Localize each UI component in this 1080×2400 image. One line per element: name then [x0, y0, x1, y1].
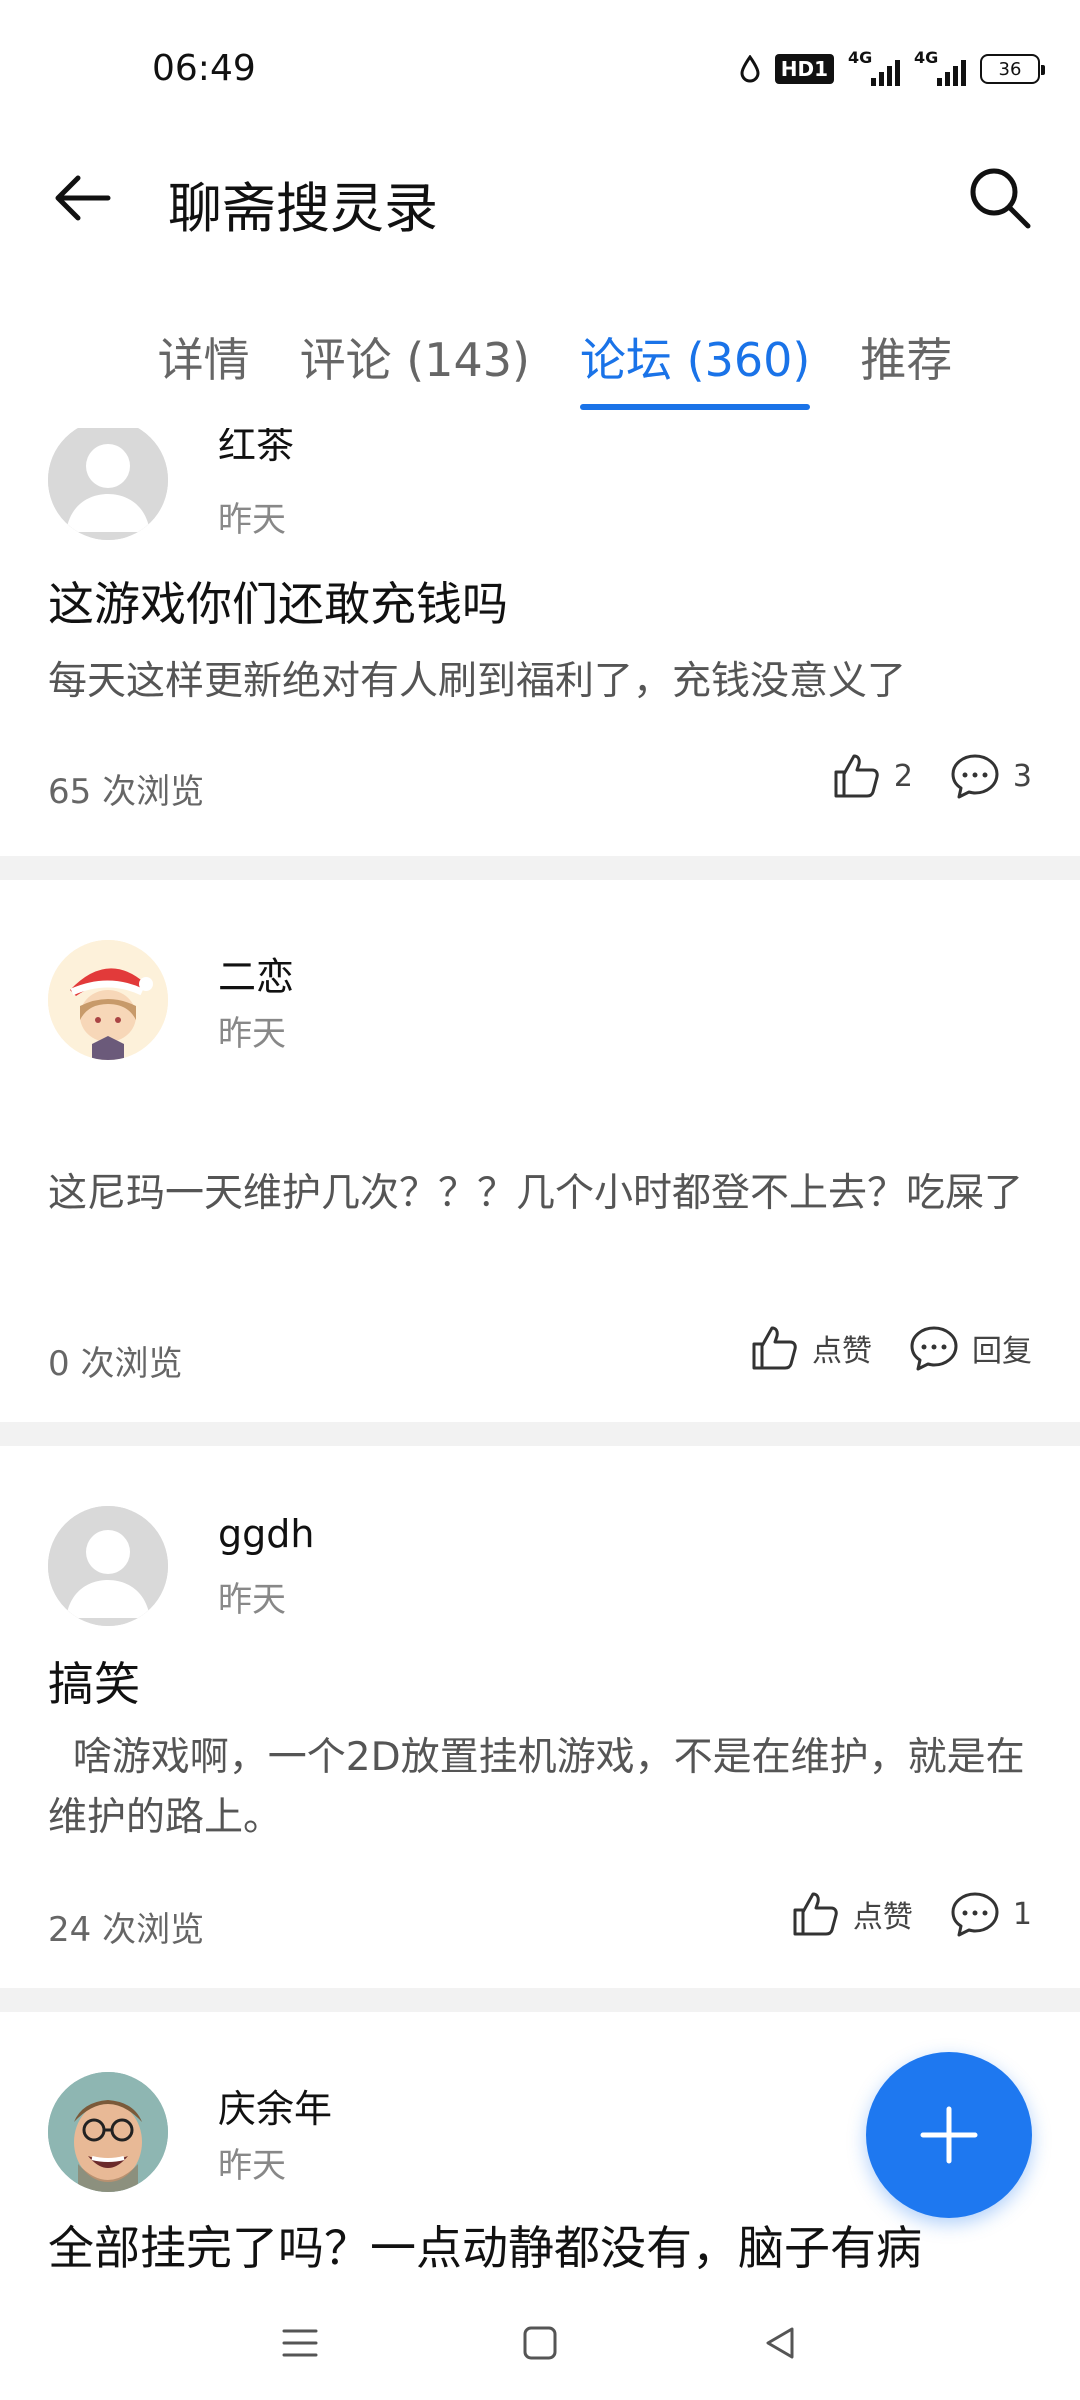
arrow-left-icon	[55, 175, 111, 221]
post-actions: 点赞 回复	[748, 1322, 1032, 1374]
like-button[interactable]: 点赞	[789, 1888, 913, 1940]
hd-icon: HD1	[774, 54, 834, 84]
thumbs-up-icon	[834, 754, 879, 798]
post-time: 昨天	[218, 1014, 286, 1054]
tab-comments[interactable]: 评论 (143)	[300, 320, 530, 410]
author-name: 庆余年	[218, 2087, 333, 2131]
post-actions: 点赞 1	[789, 1888, 1032, 1940]
reply-button[interactable]: 1	[949, 1888, 1032, 1940]
anime-avatar-icon	[48, 940, 168, 1060]
avatar[interactable]	[48, 1506, 168, 1626]
comment-icon	[910, 1326, 958, 1371]
list-item[interactable]: 红茶 昨天 这游戏你们还敢充钱吗 每天这样更新绝对有人刷到福利了，充钱没意义了 …	[0, 428, 1080, 856]
post-title: 全部挂完了吗？一点动静都没有，脑子有病	[48, 2221, 922, 2275]
status-bar: 06:49 HD1 4G 4G 36	[0, 0, 1080, 140]
like-button[interactable]: 点赞	[748, 1322, 872, 1374]
post-time: 昨天	[218, 2146, 286, 2186]
back-nav-button[interactable]	[750, 2313, 810, 2373]
thumbs-up-icon	[793, 1892, 838, 1936]
battery-icon: 36	[980, 54, 1045, 84]
author-name: 红茶	[218, 428, 295, 467]
menu-nav-button[interactable]	[270, 2313, 330, 2373]
divider	[0, 1988, 1080, 2012]
search-icon	[970, 168, 1031, 229]
post-body: 每天这样更新绝对有人刷到福利了，充钱没意义了	[48, 659, 907, 704]
comment-icon	[951, 1892, 999, 1937]
list-item[interactable]: 二恋 昨天 这尼玛一天维护几次？？？几个小时都登不上去？吃屎了 0 次浏览 点赞…	[0, 880, 1080, 1422]
post-body: 啥游戏啊，一个2D放置挂机游戏，不是在维护，就是在维护的路上。	[48, 1735, 1025, 1840]
system-nav-bar	[0, 2286, 1080, 2400]
post-body: 这尼玛一天维护几次？？？几个小时都登不上去？吃屎了	[48, 1171, 1024, 1216]
post-title: 这游戏你们还敢充钱吗	[48, 577, 508, 631]
thumbs-up-icon	[752, 1326, 797, 1370]
default-avatar-icon	[48, 428, 168, 540]
menu-icon	[282, 2329, 318, 2357]
app-bar: 聊斋搜灵录	[0, 140, 1080, 250]
post-time: 昨天	[218, 1580, 286, 1620]
reply-label: 回复	[972, 1334, 1032, 1369]
new-post-button[interactable]	[866, 2052, 1032, 2218]
author-name: ggdh	[218, 1512, 315, 1556]
divider	[0, 856, 1080, 880]
reply-button[interactable]: 3	[949, 750, 1032, 802]
signal-icon: 4G	[848, 48, 900, 86]
like-label: 点赞	[852, 1900, 913, 1935]
reply-count: 3	[1012, 758, 1032, 794]
comment-icon	[951, 754, 999, 799]
water-drop-icon	[739, 55, 761, 83]
author-name: 二恋	[218, 955, 295, 999]
tab-bar: 详情 评论 (143) 论坛 (360) 推荐	[0, 320, 1080, 420]
photo-avatar-icon	[48, 2072, 168, 2192]
list-item[interactable]: ggdh 昨天 搞笑 啥游戏啊，一个2D放置挂机游戏，不是在维护，就是在维护的路…	[0, 1446, 1080, 1988]
back-button[interactable]	[44, 160, 120, 236]
avatar[interactable]	[48, 940, 168, 1060]
view-count: 24 次浏览	[48, 1910, 205, 1950]
avatar[interactable]	[48, 2072, 168, 2192]
like-label: 点赞	[812, 1334, 872, 1369]
signal-icon-2: 4G	[914, 48, 966, 86]
view-count: 65 次浏览	[48, 772, 205, 812]
view-count: 0 次浏览	[48, 1344, 183, 1384]
network-type-label-2: 4G	[914, 48, 939, 67]
page-title: 聊斋搜灵录	[168, 177, 438, 240]
divider	[0, 1422, 1080, 1446]
like-count: 2	[893, 758, 913, 794]
post-time: 昨天	[218, 500, 286, 540]
tab-forum[interactable]: 论坛 (360)	[580, 320, 811, 410]
post-title: 搞笑	[48, 1657, 140, 1711]
reply-count: 1	[1012, 1896, 1032, 1932]
status-time: 06:49	[152, 48, 256, 89]
reply-button[interactable]: 回复	[908, 1322, 1032, 1374]
forum-feed[interactable]: 红茶 昨天 这游戏你们还敢充钱吗 每天这样更新绝对有人刷到福利了，充钱没意义了 …	[0, 428, 1080, 2278]
tab-details[interactable]: 详情	[158, 320, 250, 410]
status-icons: HD1 4G 4G 36	[739, 48, 1045, 86]
plus-icon	[920, 2106, 978, 2164]
tab-recommend[interactable]: 推荐	[860, 320, 952, 410]
avatar[interactable]	[48, 428, 168, 540]
search-button[interactable]	[960, 158, 1040, 238]
home-nav-button[interactable]	[510, 2313, 570, 2373]
default-avatar-icon	[48, 1506, 168, 1626]
network-type-label: 4G	[848, 48, 873, 67]
like-button[interactable]: 2	[830, 750, 913, 802]
triangle-back-icon	[766, 2327, 794, 2359]
post-actions: 2 3	[830, 750, 1032, 802]
square-icon	[523, 2326, 557, 2360]
